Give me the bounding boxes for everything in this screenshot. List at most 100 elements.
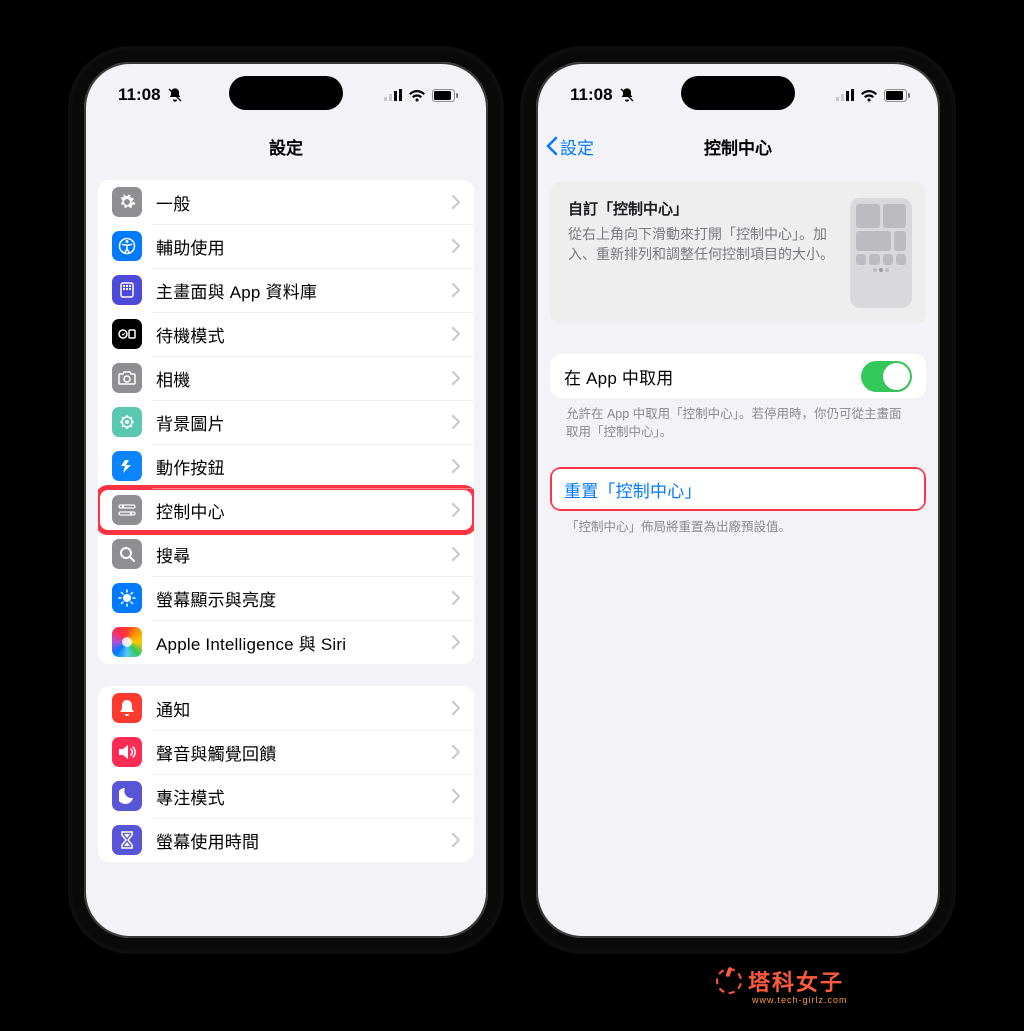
row-display[interactable]: 螢幕顯示與亮度 — [98, 576, 474, 620]
chevron-right-icon — [452, 327, 460, 341]
watermark-text: 塔科女子 — [748, 965, 844, 997]
row-label: 聲音與觸覺回饋 — [156, 740, 452, 765]
status-time: 11:08 — [118, 85, 161, 105]
row-label: Apple Intelligence 與 Siri — [156, 630, 452, 655]
hourglass-icon — [112, 825, 142, 855]
chevron-right-icon — [452, 195, 460, 209]
row-reset-control-center[interactable]: 重置「控制中心」 — [550, 467, 926, 511]
row-action-button[interactable]: 動作按鈕 — [98, 444, 474, 488]
reset-footer: 「控制中心」佈局將重置為出廠預設值。 — [550, 511, 926, 536]
access-footer: 允許在 App 中取用「控制中心」。若停用時，你仍可從主畫面取用「控制中心」。 — [550, 398, 926, 441]
battery-icon — [432, 89, 458, 102]
settings-group-2: 通知 聲音與觸覺回饋 專注模式 螢幕使用時間 — [98, 686, 474, 862]
wifi-icon — [860, 89, 878, 102]
chevron-right-icon — [452, 415, 460, 429]
row-focus[interactable]: 專注模式 — [98, 774, 474, 818]
page-title: 設定 — [269, 134, 303, 159]
chevron-right-icon — [452, 547, 460, 561]
wifi-icon — [408, 89, 426, 102]
app-grid-icon — [112, 275, 142, 305]
settings-group-1: 一般 輔助使用 主畫面與 App 資料庫 待機模式 — [98, 180, 474, 664]
chevron-right-icon — [452, 371, 460, 385]
customize-title: 自訂「控制中心」 — [568, 198, 836, 219]
row-label: 一般 — [156, 190, 452, 215]
navbar: 設定 控制中心 — [536, 124, 940, 168]
phone-settings: 11:08 設定 一般 輔助使用 — [72, 50, 500, 950]
speaker-icon — [112, 737, 142, 767]
row-search[interactable]: 搜尋 — [98, 532, 474, 576]
chevron-right-icon — [452, 833, 460, 847]
row-control-center[interactable]: 控制中心 — [98, 488, 474, 532]
cellular-icon — [836, 89, 854, 101]
customize-card[interactable]: 自訂「控制中心」 從右上角向下滑動來打開「控制中心」。加入、重新排列和調整任何控… — [550, 182, 926, 324]
navbar: 設定 — [84, 124, 488, 168]
row-siri[interactable]: Apple Intelligence 與 Siri — [98, 620, 474, 664]
search-icon — [112, 539, 142, 569]
back-label: 設定 — [560, 134, 594, 159]
row-screentime[interactable]: 螢幕使用時間 — [98, 818, 474, 862]
row-sounds[interactable]: 聲音與觸覺回饋 — [98, 730, 474, 774]
row-label: 螢幕使用時間 — [156, 828, 452, 853]
chevron-right-icon — [452, 745, 460, 759]
row-label: 主畫面與 App 資料庫 — [156, 278, 452, 303]
siri-icon — [112, 627, 142, 657]
moon-icon — [112, 781, 142, 811]
chevron-right-icon — [452, 459, 460, 473]
toggle-switch[interactable] — [861, 361, 912, 392]
dynamic-island — [229, 76, 343, 110]
row-label: 動作按鈕 — [156, 454, 452, 479]
row-access-in-apps[interactable]: 在 App 中取用 — [550, 354, 926, 398]
chevron-right-icon — [452, 635, 460, 649]
row-label: 重置「控制中心」 — [564, 477, 912, 502]
watermark: 塔科女子 www.tech-girlz.com — [716, 965, 844, 997]
display-icon — [112, 583, 142, 613]
battery-icon — [884, 89, 910, 102]
control-center-preview-icon — [850, 198, 912, 308]
row-accessibility[interactable]: 輔助使用 — [98, 224, 474, 268]
camera-icon — [112, 363, 142, 393]
back-button[interactable]: 設定 — [546, 124, 594, 168]
watermark-sub: www.tech-girlz.com — [752, 995, 848, 1005]
cellular-icon — [384, 89, 402, 101]
wallpaper-icon — [112, 407, 142, 437]
row-label: 專注模式 — [156, 784, 452, 809]
bell-slash-icon — [167, 87, 183, 103]
accessibility-icon — [112, 231, 142, 261]
row-notifications[interactable]: 通知 — [98, 686, 474, 730]
bell-icon — [112, 693, 142, 723]
chevron-right-icon — [452, 503, 460, 517]
row-camera[interactable]: 相機 — [98, 356, 474, 400]
bell-slash-icon — [619, 87, 635, 103]
dynamic-island — [681, 76, 795, 110]
row-label: 相機 — [156, 366, 452, 391]
action-button-icon — [112, 451, 142, 481]
row-standby[interactable]: 待機模式 — [98, 312, 474, 356]
chevron-right-icon — [452, 283, 460, 297]
row-homescreen[interactable]: 主畫面與 App 資料庫 — [98, 268, 474, 312]
row-label: 在 App 中取用 — [564, 364, 861, 389]
chevron-right-icon — [452, 591, 460, 605]
reset-group: 重置「控制中心」 — [550, 467, 926, 511]
gear-icon — [112, 187, 142, 217]
row-wallpaper[interactable]: 背景圖片 — [98, 400, 474, 444]
chevron-right-icon — [452, 239, 460, 253]
chevron-right-icon — [452, 789, 460, 803]
row-label: 螢幕顯示與亮度 — [156, 586, 452, 611]
row-label: 通知 — [156, 696, 452, 721]
row-label: 控制中心 — [156, 498, 452, 523]
row-label: 背景圖片 — [156, 410, 452, 435]
status-time: 11:08 — [570, 85, 613, 105]
page-title: 控制中心 — [704, 134, 772, 159]
row-label: 待機模式 — [156, 322, 452, 347]
phone-control-center: 11:08 設定 控制中心 自訂「控制中心」 從右上角向下滑動來打開「控制中心」… — [524, 50, 952, 950]
row-label: 搜尋 — [156, 542, 452, 567]
row-label: 輔助使用 — [156, 234, 452, 259]
watermark-icon — [716, 968, 742, 994]
chevron-left-icon — [546, 136, 558, 156]
row-general[interactable]: 一般 — [98, 180, 474, 224]
control-center-icon — [112, 495, 142, 525]
customize-desc: 從右上角向下滑動來打開「控制中心」。加入、重新排列和調整任何控制項目的大小。 — [568, 224, 836, 265]
access-group: 在 App 中取用 — [550, 354, 926, 398]
chevron-right-icon — [452, 701, 460, 715]
standby-icon — [112, 319, 142, 349]
